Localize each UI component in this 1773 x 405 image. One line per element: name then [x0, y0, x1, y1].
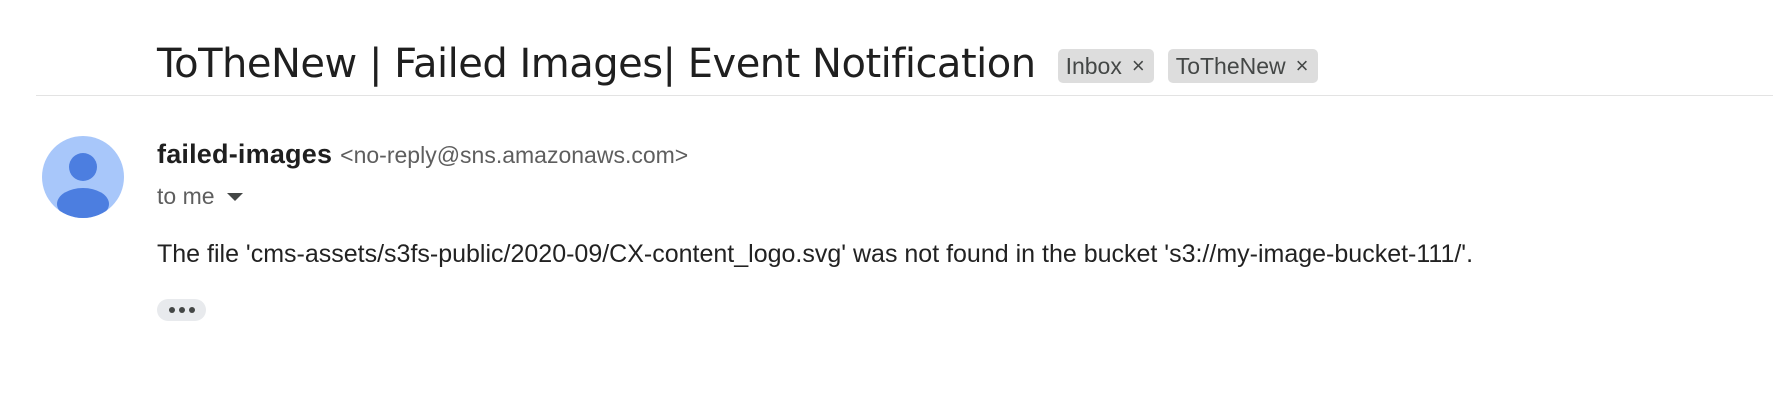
person-icon	[57, 153, 109, 218]
email-view: ToTheNew | Failed Images| Event Notifica…	[0, 0, 1773, 405]
close-icon[interactable]: ×	[1296, 55, 1309, 77]
header-divider	[36, 95, 1773, 96]
email-body: The file 'cms-assets/s3fs-public/2020-09…	[157, 240, 1474, 268]
sender-name[interactable]: failed-images	[157, 139, 332, 170]
more-horizontal-icon-dot	[188, 307, 195, 313]
label-chip-tothenew[interactable]: ToTheNew ×	[1167, 49, 1318, 83]
recipient-details-toggle[interactable]: to me	[157, 183, 243, 210]
sender-email: <no-reply@sns.amazonaws.com>	[340, 142, 689, 168]
label-chip-inbox[interactable]: Inbox ×	[1057, 49, 1154, 83]
show-trimmed-content-button[interactable]	[157, 299, 206, 321]
email-subject: ToTheNew | Failed Images| Event Notifica…	[157, 41, 1036, 87]
subject-row: ToTheNew | Failed Images| Event Notifica…	[157, 38, 1318, 90]
sender-row: failed-images <no-reply@sns.amazonaws.co…	[157, 139, 688, 170]
label-chip-name: Inbox	[1065, 52, 1122, 79]
more-horizontal-icon-dot	[178, 307, 185, 313]
avatar[interactable]	[42, 136, 124, 218]
more-horizontal-icon	[168, 307, 175, 313]
close-icon[interactable]: ×	[1132, 55, 1145, 77]
label-chip-name: ToTheNew	[1175, 52, 1286, 79]
chevron-down-icon[interactable]	[226, 192, 243, 201]
recipient-text: to me	[157, 183, 215, 209]
